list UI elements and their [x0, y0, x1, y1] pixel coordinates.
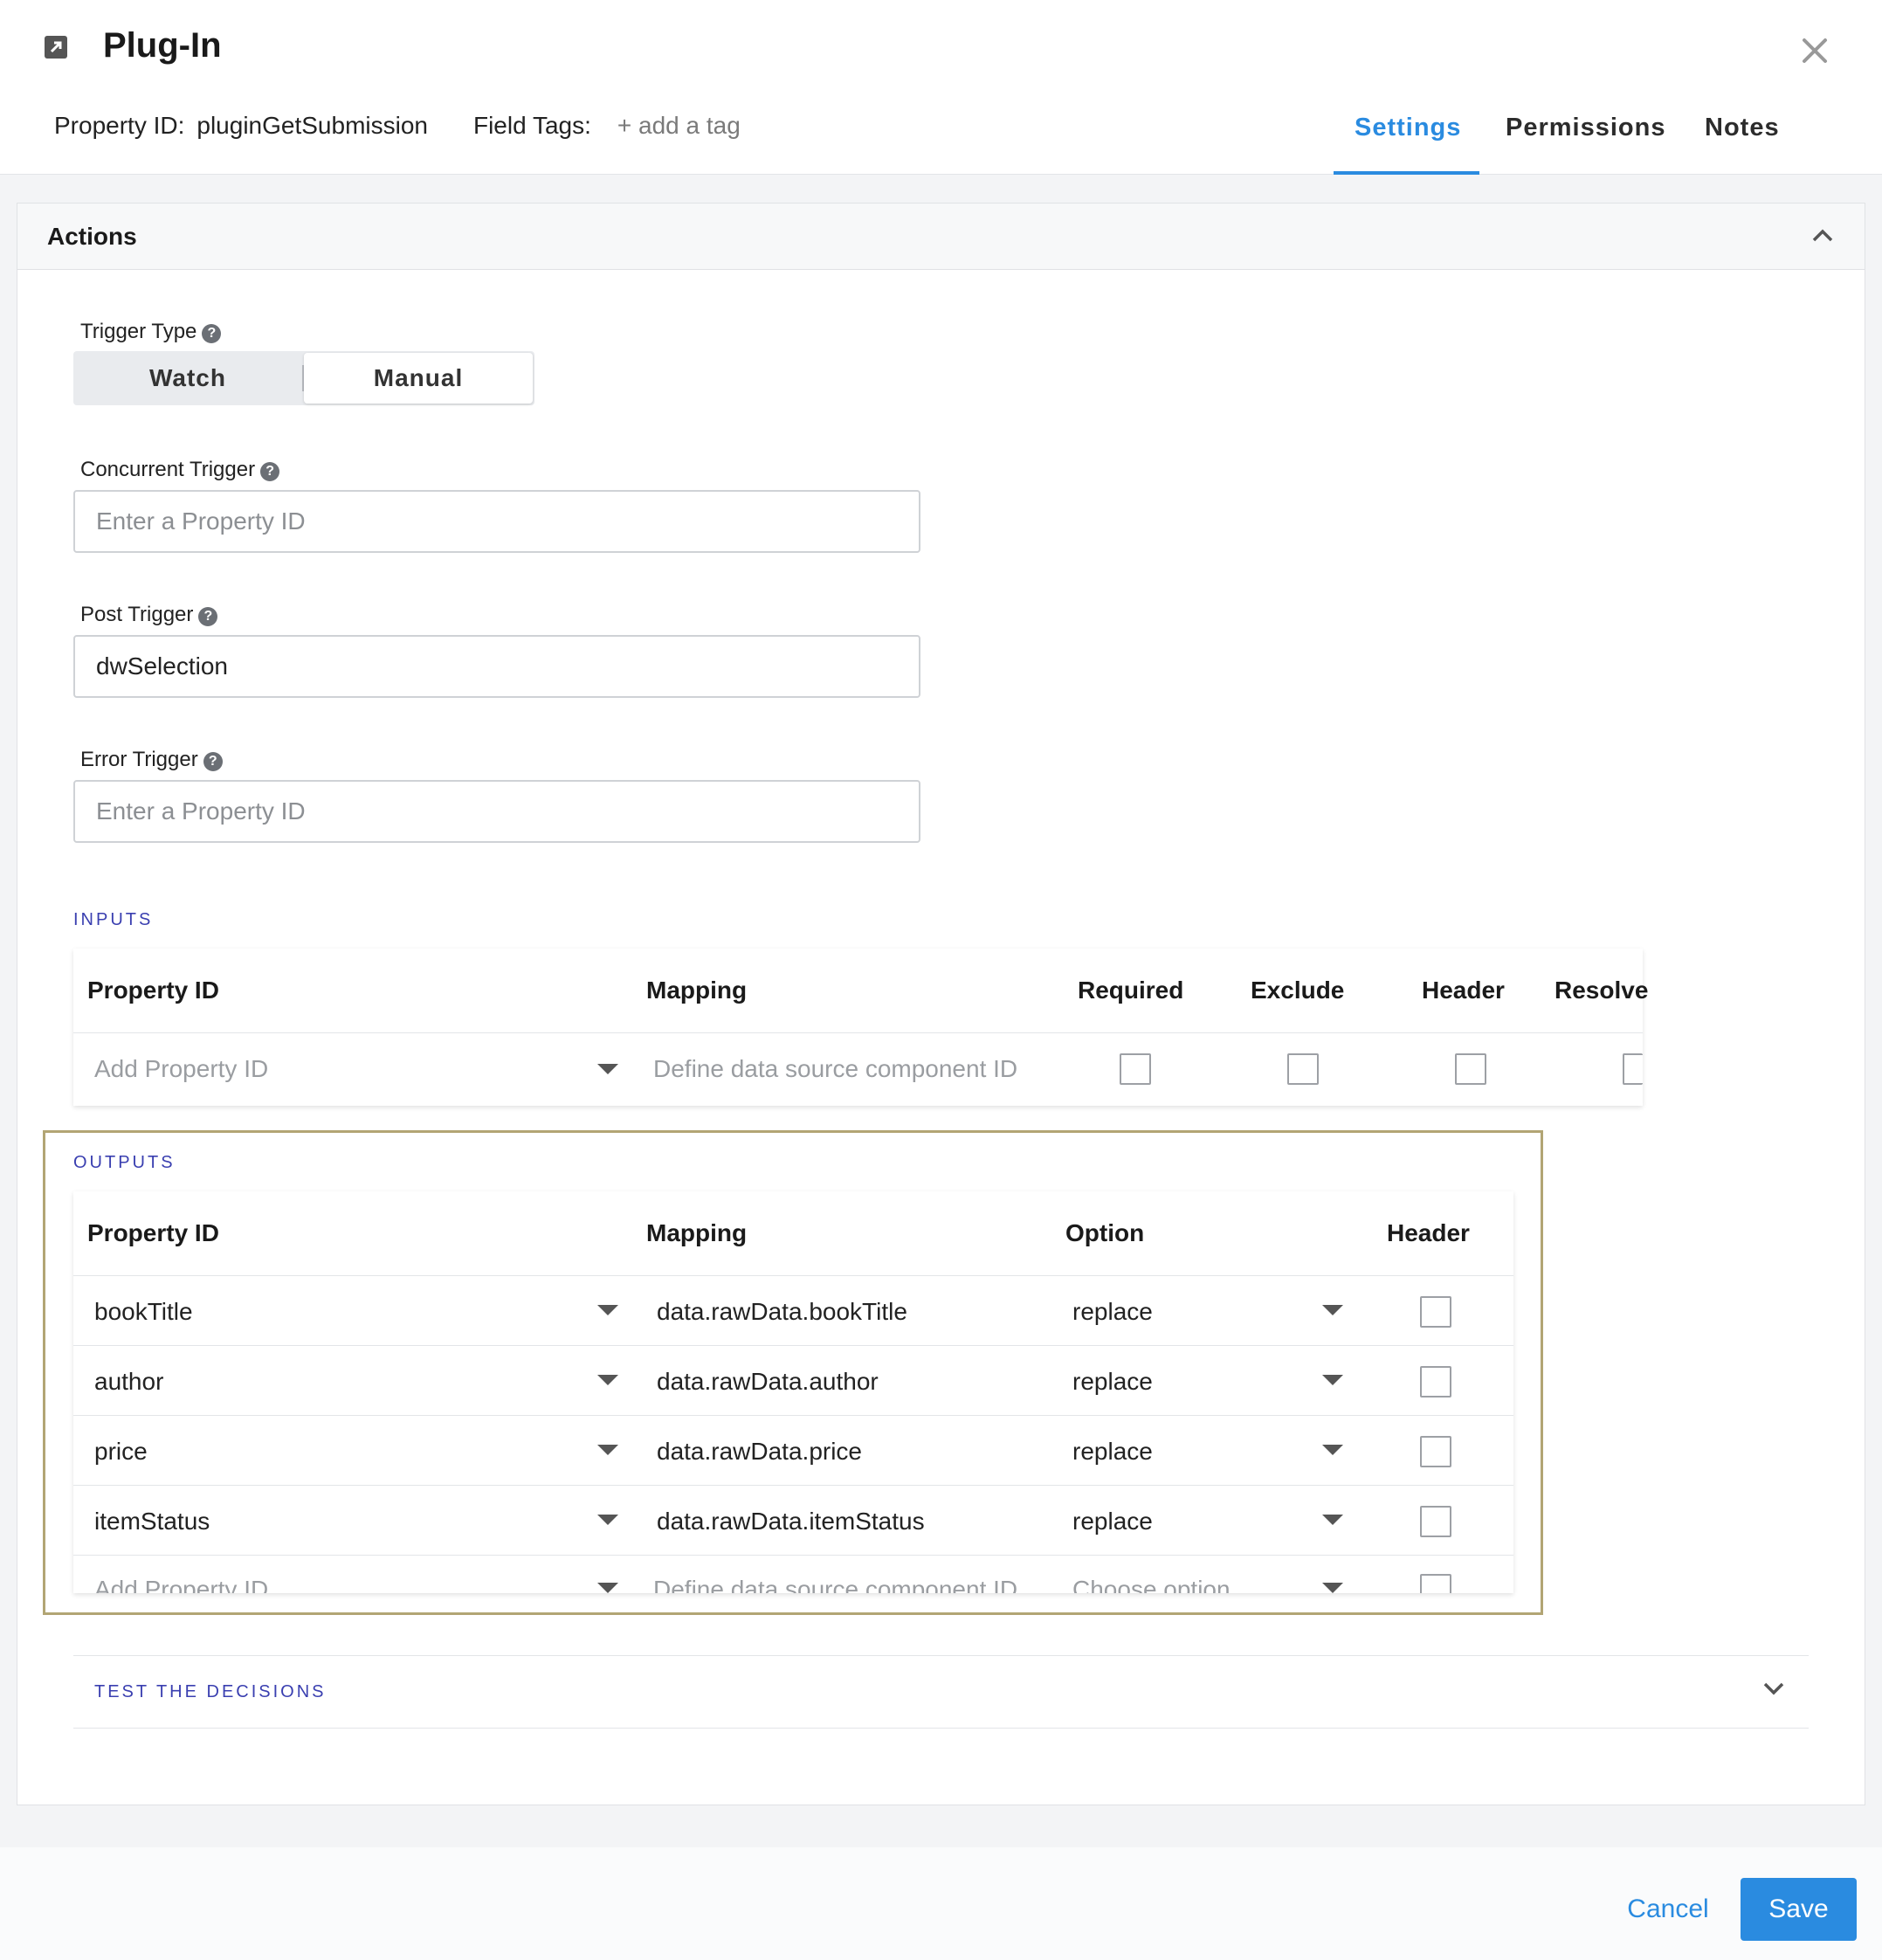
cancel-button[interactable]: Cancel	[1616, 1878, 1720, 1941]
post-trigger-input[interactable]	[73, 635, 920, 698]
row-divider	[73, 1485, 1513, 1486]
outputs-header-property-id: Property ID	[87, 1219, 219, 1246]
trigger-type-toggle: Watch Manual	[73, 351, 534, 405]
output-property-cell[interactable]: author	[94, 1368, 163, 1396]
outputs-header-mapping: Mapping	[646, 1219, 748, 1246]
error-trigger-input[interactable]	[73, 780, 920, 843]
dropdown-caret-icon[interactable]	[597, 1064, 618, 1074]
modal-header: Plug-In Property ID: pluginGetSubmission F…	[0, 0, 1882, 175]
output-header-checkbox[interactable]	[1420, 1506, 1451, 1537]
save-button[interactable]: Save	[1741, 1878, 1857, 1941]
output-property-cell[interactable]: bookTitle	[94, 1298, 193, 1326]
output-header-checkbox[interactable]	[1420, 1296, 1451, 1328]
output-option-cell[interactable]: replace	[1072, 1438, 1153, 1466]
output-option-cell[interactable]: replace	[1072, 1368, 1153, 1396]
output-option-cell[interactable]: replace	[1072, 1298, 1153, 1326]
chevron-down-icon[interactable]	[1761, 1675, 1787, 1701]
output-mapping-placeholder[interactable]: Define data source component ID	[653, 1576, 1017, 1593]
test-decisions-caption: TEST THE DECISIONS	[94, 1682, 327, 1701]
output-property-cell[interactable]: price	[94, 1438, 148, 1466]
help-icon[interactable]: ?	[260, 462, 280, 481]
outputs-table: Property ID Mapping Option Header bookTi…	[73, 1191, 1513, 1593]
output-property-cell[interactable]: itemStatus	[94, 1508, 210, 1536]
inputs-header-exclude: Exclude	[1251, 977, 1345, 1004]
row-divider	[73, 1275, 1513, 1276]
add-tag-link[interactable]: + add a tag	[617, 112, 741, 139]
error-trigger-label: Error Trigger?	[80, 748, 223, 772]
tab-settings[interactable]: Settings	[1355, 114, 1461, 142]
inputs-header-required: Required	[1078, 977, 1184, 1004]
exclude-checkbox[interactable]	[1287, 1053, 1319, 1085]
output-mapping-cell[interactable]: data.rawData.price	[657, 1438, 862, 1466]
header-checkbox[interactable]	[1455, 1053, 1486, 1085]
output-mapping-cell[interactable]: data.rawData.author	[657, 1368, 879, 1396]
inputs-table: Property ID Mapping Required Exclude Hea…	[73, 949, 1648, 1106]
modal-title: Plug-In	[103, 26, 222, 65]
output-add-property-id[interactable]: Add Property ID	[94, 1576, 268, 1593]
chevron-up-icon[interactable]	[1810, 223, 1836, 249]
inputs-header-property-id: Property ID	[87, 977, 219, 1004]
row-divider	[73, 1555, 1513, 1556]
inputs-mapping-placeholder[interactable]: Define data source component ID	[653, 1055, 1017, 1083]
output-header-checkbox[interactable]	[1420, 1436, 1451, 1467]
dropdown-caret-icon[interactable]	[1322, 1305, 1343, 1315]
trigger-manual-button[interactable]: Manual	[304, 353, 533, 404]
actions-title: Actions	[47, 223, 137, 250]
required-checkbox[interactable]	[1120, 1053, 1151, 1085]
inputs-header-header: Header	[1422, 977, 1505, 1004]
dropdown-caret-icon[interactable]	[597, 1583, 618, 1593]
property-id-label: Property ID:	[54, 112, 185, 139]
inputs-header-mapping: Mapping	[646, 977, 748, 1004]
outputs-caption: OUTPUTS	[73, 1153, 176, 1172]
dropdown-caret-icon[interactable]	[1322, 1583, 1343, 1593]
output-mapping-cell[interactable]: data.rawData.itemStatus	[657, 1508, 925, 1536]
outputs-header-header: Header	[1387, 1219, 1470, 1246]
actions-header[interactable]: Actions	[17, 204, 1865, 270]
modal-footer	[0, 1847, 1882, 1960]
inputs-header-resolve: Resolve	[1555, 977, 1649, 1004]
help-icon[interactable]: ?	[203, 752, 223, 771]
dropdown-caret-icon[interactable]	[1322, 1515, 1343, 1525]
output-option-cell[interactable]: replace	[1072, 1508, 1153, 1536]
row-divider	[73, 1415, 1513, 1416]
dropdown-caret-icon[interactable]	[597, 1445, 618, 1455]
dropdown-caret-icon[interactable]	[1322, 1445, 1343, 1455]
property-id-value[interactable]: pluginGetSubmission	[196, 112, 428, 139]
row-divider	[73, 1032, 1643, 1033]
tab-permissions[interactable]: Permissions	[1506, 114, 1665, 142]
row-divider	[73, 1345, 1513, 1346]
help-icon[interactable]: ?	[198, 607, 218, 626]
outputs-header-option: Option	[1065, 1219, 1145, 1246]
inputs-caption: INPUTS	[73, 910, 154, 929]
help-icon[interactable]: ?	[202, 324, 222, 343]
trigger-type-label: Trigger Type?	[80, 320, 222, 344]
concurrent-trigger-label: Concurrent Trigger?	[80, 458, 280, 482]
post-trigger-label: Post Trigger?	[80, 603, 218, 627]
dropdown-caret-icon[interactable]	[597, 1515, 618, 1525]
property-meta-row: Property ID: pluginGetSubmission Field Tag…	[54, 112, 741, 140]
plugin-modal: Plug-In Property ID: pluginGetSubmission F…	[0, 0, 1882, 1960]
tab-notes[interactable]: Notes	[1705, 114, 1780, 142]
dropdown-caret-icon[interactable]	[597, 1375, 618, 1385]
concurrent-trigger-input[interactable]	[73, 490, 920, 553]
inputs-add-property-id[interactable]: Add Property ID	[94, 1055, 268, 1083]
output-header-checkbox[interactable]	[1420, 1574, 1451, 1593]
trigger-watch-button[interactable]: Watch	[73, 351, 302, 405]
test-decisions-row[interactable]: TEST THE DECISIONS	[73, 1655, 1809, 1729]
output-option-placeholder[interactable]: Choose option	[1072, 1576, 1231, 1593]
dropdown-caret-icon[interactable]	[597, 1305, 618, 1315]
output-mapping-cell[interactable]: data.rawData.bookTitle	[657, 1298, 907, 1326]
output-header-checkbox[interactable]	[1420, 1366, 1451, 1398]
close-icon[interactable]	[1799, 35, 1830, 66]
resolve-checkbox[interactable]	[1623, 1053, 1643, 1085]
field-tags-label: Field Tags:	[472, 112, 591, 139]
open-external-icon	[45, 36, 67, 59]
dropdown-caret-icon[interactable]	[1322, 1375, 1343, 1385]
